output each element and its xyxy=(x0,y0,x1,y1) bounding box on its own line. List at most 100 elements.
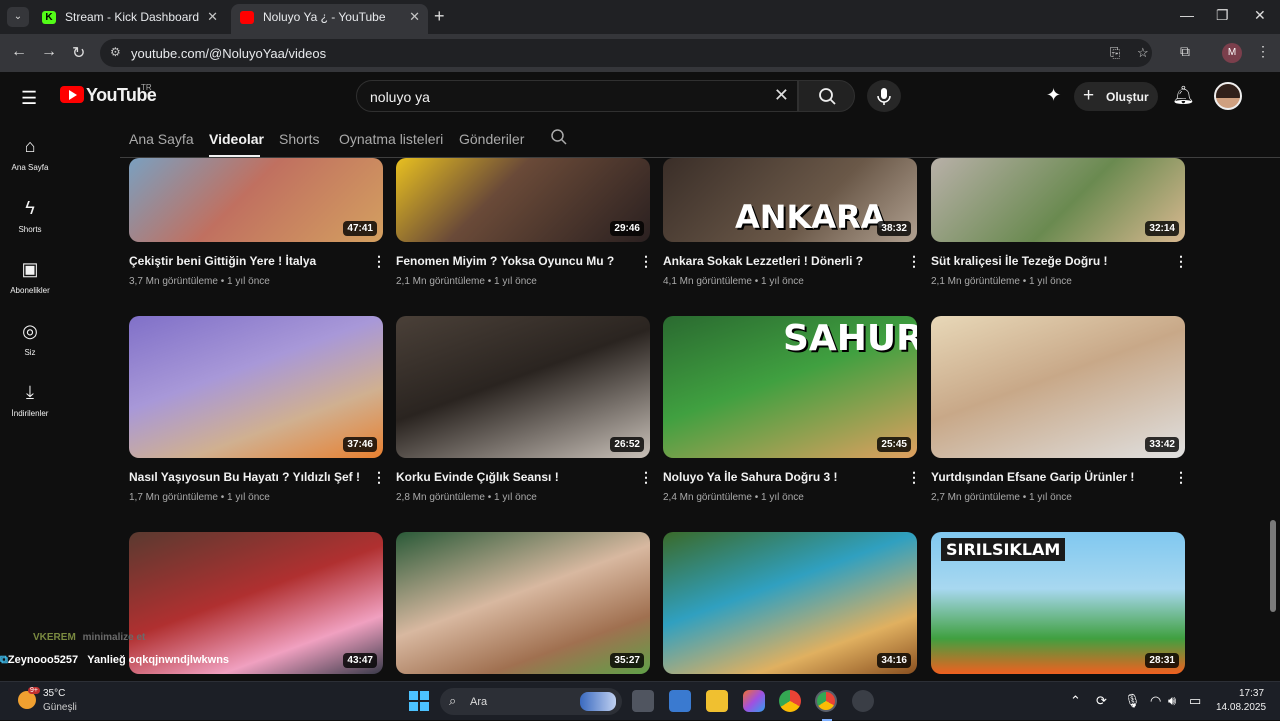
premium-sparkle-icon[interactable]: ✦ xyxy=(1046,85,1061,106)
more-actions-icon[interactable]: ⋮ xyxy=(907,253,921,270)
forward-icon[interactable]: → xyxy=(41,43,57,61)
tab-home[interactable]: Ana Sayfa xyxy=(129,131,194,147)
video-thumbnail[interactable]: 34:16 xyxy=(663,532,917,674)
weather-temp[interactable]: 35°C xyxy=(43,688,65,699)
video-title[interactable]: Korku Evinde Çığlık Seansı ! xyxy=(396,470,636,484)
extensions-icon[interactable]: ⧉ xyxy=(1180,43,1190,60)
channel-search-icon[interactable] xyxy=(550,128,568,146)
tab-videos[interactable]: Videolar xyxy=(209,131,264,147)
more-actions-icon[interactable]: ⋮ xyxy=(639,253,653,270)
start-windows-icon[interactable] xyxy=(408,690,430,712)
video-duration: 28:31 xyxy=(1145,653,1179,668)
sidebar-item-you[interactable]: ◎ Siz xyxy=(0,321,60,357)
sidebar-item-label: İndirilenler xyxy=(11,409,49,418)
chat-username: Zeynooo5257 xyxy=(7,654,79,666)
sidebar-item-shorts[interactable]: ϟ Shorts xyxy=(0,198,60,234)
tab-playlists[interactable]: Oynatma listeleri xyxy=(339,131,443,147)
voice-search-button[interactable] xyxy=(867,80,901,112)
microphone-tray-icon[interactable]: 🎙︎ xyxy=(1124,693,1141,709)
notifications-bell-icon[interactable]: 🔔︎ xyxy=(1172,85,1195,106)
wifi-icon[interactable]: ◠ xyxy=(1150,693,1161,709)
video-thumbnail[interactable]: 33:42 xyxy=(931,316,1185,458)
volume-icon[interactable]: 🔊︎ xyxy=(1168,693,1176,709)
create-label: Oluştur xyxy=(1106,90,1149,104)
shorts-icon: ϟ xyxy=(25,198,35,218)
search-button[interactable] xyxy=(798,80,855,112)
more-actions-icon[interactable]: ⋮ xyxy=(639,469,653,486)
tab-shorts[interactable]: Shorts xyxy=(279,131,319,147)
video-thumbnail[interactable]: 47:41 xyxy=(129,158,383,242)
video-title[interactable]: Süt kraliçesi İle Tezeğe Doğru ! xyxy=(931,254,1171,268)
reload-icon[interactable]: ↻ xyxy=(72,43,85,63)
chrome-icon[interactable] xyxy=(779,690,801,712)
obs-icon[interactable] xyxy=(852,690,874,712)
video-meta: 2,8 Mn görüntüleme • 1 yıl önce xyxy=(396,492,537,503)
search-input[interactable]: noluyo ya xyxy=(370,89,430,105)
video-thumbnail[interactable]: 43:47 xyxy=(129,532,383,674)
browser-menu-icon[interactable]: ⋮ xyxy=(1256,43,1270,60)
browser-tab-bar: ⌄ K Stream - Kick Dashboard ✕ Noluyo Ya … xyxy=(0,0,1280,34)
tab-kick-dashboard[interactable]: K Stream - Kick Dashboard ✕ xyxy=(33,4,226,34)
tab-search-button[interactable]: ⌄ xyxy=(7,7,29,27)
copilot-icon[interactable] xyxy=(743,690,765,712)
browser-profile-avatar[interactable]: M xyxy=(1222,43,1242,63)
search-box[interactable]: noluyo ya ✕ xyxy=(356,80,798,112)
sidebar-item-home[interactable]: ⌂ Ana Sayfa xyxy=(0,136,60,172)
tab-youtube[interactable]: Noluyo Ya ¿ - YouTube ✕ xyxy=(231,4,428,34)
menu-icon[interactable]: ☰ xyxy=(21,88,37,109)
video-duration: 34:16 xyxy=(877,653,911,668)
video-thumbnail[interactable]: 37:46 xyxy=(129,316,383,458)
clock-date[interactable]: 14.08.2025 xyxy=(1216,702,1266,713)
site-info-icon[interactable]: ⚙ xyxy=(110,45,121,59)
youtube-logo-icon[interactable] xyxy=(60,86,84,103)
back-icon[interactable]: ← xyxy=(11,43,27,61)
close-tab-icon[interactable]: ✕ xyxy=(207,4,218,30)
more-actions-icon[interactable]: ⋮ xyxy=(372,253,386,270)
video-thumbnail[interactable]: ANKARA 38:32 xyxy=(663,158,917,242)
bookmark-star-icon[interactable]: ☆ xyxy=(1137,45,1149,61)
clock-time[interactable]: 17:37 xyxy=(1239,688,1264,699)
tray-overflow-icon[interactable]: ⌃ xyxy=(1070,693,1081,709)
page-scrollbar[interactable] xyxy=(1270,520,1276,612)
close-tab-icon[interactable]: ✕ xyxy=(409,4,420,30)
user-avatar[interactable] xyxy=(1214,82,1242,110)
video-title[interactable]: Ankara Sokak Lezzetleri ! Dönerli ? xyxy=(663,254,903,268)
video-title[interactable]: Çekiştir beni Gittiğin Yere ! İtalya xyxy=(129,254,369,268)
sidebar-item-downloads[interactable]: ⤓ İndirilenler xyxy=(0,382,60,418)
create-button[interactable]: + Oluştur xyxy=(1074,82,1158,111)
sync-icon[interactable]: ⟳ xyxy=(1096,693,1107,709)
chat-text: Yanlieğ oqkqjnwndjlwkwns xyxy=(87,654,230,666)
taskbar-search[interactable]: ⌕ Ara xyxy=(440,688,622,715)
video-thumbnail[interactable]: 32:14 xyxy=(931,158,1185,242)
video-thumbnail[interactable]: 26:52 xyxy=(396,316,650,458)
install-app-icon[interactable]: ⎘ xyxy=(1110,45,1120,61)
task-view-icon[interactable] xyxy=(632,690,654,712)
clear-search-icon[interactable]: ✕ xyxy=(774,85,789,106)
more-actions-icon[interactable]: ⋮ xyxy=(1174,253,1188,270)
battery-icon[interactable]: ▭ xyxy=(1189,693,1201,709)
video-title[interactable]: Noluyo Ya İle Sahura Doğru 3 ! xyxy=(663,470,903,484)
url-field[interactable]: ⚙ youtube.com/@NoluyoYaa/videos ⎘ ☆ xyxy=(100,39,1152,67)
more-actions-icon[interactable]: ⋮ xyxy=(372,469,386,486)
video-title[interactable]: Fenomen Miyim ? Yoksa Oyuncu Mu ? xyxy=(396,254,636,268)
restore-icon[interactable]: ❐ xyxy=(1216,7,1229,24)
file-explorer-icon[interactable] xyxy=(706,690,728,712)
video-thumbnail[interactable]: 29:46 xyxy=(396,158,650,242)
channel-tabs: Ana Sayfa Videolar Shorts Oynatma listel… xyxy=(120,120,1280,158)
store-icon[interactable] xyxy=(669,690,691,712)
video-thumbnail[interactable]: SIRILSIKLAM 28:31 xyxy=(931,532,1185,674)
video-duration: 29:46 xyxy=(610,221,644,236)
close-window-icon[interactable]: ✕ xyxy=(1254,7,1266,24)
sidebar-item-subscriptions[interactable]: ▣ Abonelikler xyxy=(0,259,60,295)
new-tab-button[interactable]: + xyxy=(434,6,445,27)
chrome-profile-icon[interactable] xyxy=(815,690,837,712)
tab-posts[interactable]: Gönderiler xyxy=(459,131,524,147)
more-actions-icon[interactable]: ⋮ xyxy=(907,469,921,486)
more-actions-icon[interactable]: ⋮ xyxy=(1174,469,1188,486)
video-thumbnail[interactable]: 35:27 xyxy=(396,532,650,674)
video-thumbnail[interactable]: SAHUR 25:45 xyxy=(663,316,917,458)
video-title[interactable]: Yurtdışından Efsane Garip Ürünler ! xyxy=(931,470,1171,484)
youtube-header: ☰ YouTube TR noluyo ya ✕ ✦ + Oluştur 🔔︎ xyxy=(0,72,1280,120)
video-title[interactable]: Nasıl Yaşıyosun Bu Hayatı ? Yıldızlı Şef… xyxy=(129,470,369,484)
minimize-icon[interactable]: — xyxy=(1180,7,1194,23)
